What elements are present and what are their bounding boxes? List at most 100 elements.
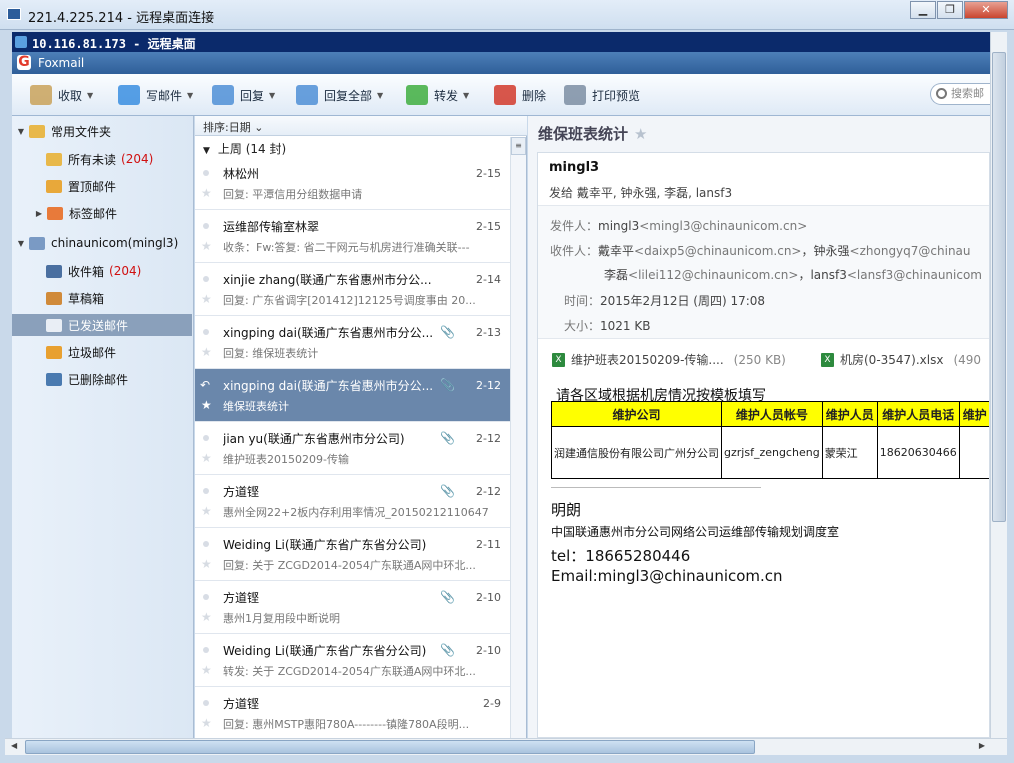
mail-date: 2-10 <box>476 591 501 604</box>
read-status-dot-icon[interactable] <box>203 541 209 547</box>
reply-all-icon <box>296 85 318 105</box>
star-icon[interactable]: ★ <box>201 186 212 200</box>
read-status-dot-icon[interactable] <box>203 594 209 600</box>
dropdown-arrow-icon[interactable]: ▼ <box>463 91 469 100</box>
attachment-1[interactable]: X 维护班表20150209-传输.... (250 KB) <box>552 351 786 368</box>
recipient-name[interactable]: 李磊 <box>604 268 628 282</box>
mail-from: 方道铿 <box>223 697 260 711</box>
star-icon[interactable]: ★ <box>201 557 212 571</box>
mail-list-item[interactable]: ★ jian yu(联通广东省惠州市分公司) 维护班表20150209-传输 2-12… <box>195 422 511 475</box>
recipient-name[interactable]: 戴幸平 <box>598 244 634 258</box>
scroll-left-icon[interactable]: ◀ <box>11 741 17 750</box>
table-cell: 润建通信股份有限公司广州分公司 <box>551 426 722 479</box>
folder-item[interactable]: ▼ chinaunicom(mingl3) <box>16 232 196 254</box>
mail-list-item[interactable]: ★ 方道铿 惠州全网22+2板内存利用率情况_20150212110647 2-12 📎 <box>195 475 511 528</box>
group-header[interactable]: ▼ 上周 (14 封) <box>195 137 511 157</box>
star-icon[interactable]: ★ <box>201 504 212 518</box>
attachment-name: 机房(0-3547).xlsx <box>840 353 944 367</box>
star-icon <box>46 179 62 193</box>
mail-date: 2-13 <box>476 326 501 339</box>
delete-x-icon <box>494 85 516 105</box>
feather-pen-icon <box>118 85 140 105</box>
toolbar-button-5[interactable]: 删除 <box>494 83 546 107</box>
expand-arrow-icon[interactable]: ▼ <box>16 127 26 136</box>
signature-name: 明朗 <box>551 501 582 519</box>
star-icon[interactable]: ★ <box>201 398 212 412</box>
time-label: 时间： <box>564 294 601 308</box>
read-status-dot-icon[interactable] <box>203 329 209 335</box>
scroll-thumb[interactable] <box>992 52 1006 522</box>
star-icon[interactable]: ★ <box>634 125 647 143</box>
folder-item[interactable]: ▶ 标签邮件 <box>34 202 214 224</box>
folder-item[interactable]: ▼ 常用文件夹 <box>16 120 196 142</box>
star-icon[interactable]: ★ <box>201 292 212 306</box>
mail-list-scrollbar[interactable]: ≡ <box>510 137 526 738</box>
scroll-up-button[interactable]: ≡ <box>511 137 526 155</box>
toolbar-button-label: 转发 <box>434 88 459 103</box>
excel-file-icon: X <box>821 352 834 367</box>
recipient-name[interactable]: lansf3 <box>810 268 846 282</box>
toolbar-button-3[interactable]: 回复全部 ▼ <box>296 83 383 107</box>
read-status-dot-icon[interactable] <box>203 700 209 706</box>
mail-list-item[interactable]: ★ 林松州 回复: 平潭信用分组数据申请 2-15 <box>195 157 511 210</box>
toolbar-button-4[interactable]: 转发 ▼ <box>406 83 469 107</box>
window-vertical-scrollbar[interactable] <box>990 32 1007 738</box>
toolbar-button-1[interactable]: 写邮件 ▼ <box>118 83 193 107</box>
attachment-clip-icon: 📎 <box>440 431 455 445</box>
close-button[interactable]: ✕ <box>964 1 1008 19</box>
group-label: 上周 (14 封) <box>217 142 287 156</box>
search-input[interactable]: 搜索邮 <box>930 83 990 105</box>
mail-list-item[interactable]: ★ xinjie zhang(联通广东省惠州市分公... 回复: 广东省调字[201… <box>195 263 511 316</box>
mail-list-pane: 排序:日期 ⌄ ▼ 上周 (14 封) ★ 林松州 回复: 平潭信用分组数据申请 2-1… <box>195 116 527 740</box>
read-status-dot-icon[interactable] <box>203 276 209 282</box>
mail-list-item[interactable]: ★ Weiding Li(联通广东省广东省分公司) 回复: 关于 ZCGD2014-… <box>195 528 511 581</box>
attachment-2[interactable]: X 机房(0-3547).xlsx (490 <box>821 351 981 368</box>
table-header-cell: 维护公司 <box>551 401 722 427</box>
toolbar-button-0[interactable]: 收取 ▼ <box>30 83 93 107</box>
table-header-cell: 维护人员电话 <box>876 401 960 427</box>
recipient-name[interactable]: 钟永强 <box>814 244 850 258</box>
mail-list-item[interactable]: ★ 方道铿 回复: 惠州MSTP惠阳780A--------镇隆780A段明... 2… <box>195 687 511 740</box>
mail-subject: 回复: 关于 ZCGD2014-2054广东联通A网中环北... <box>223 559 476 572</box>
minimize-button[interactable]: ▁ <box>910 1 936 19</box>
expand-arrow-icon[interactable]: ▼ <box>16 239 26 248</box>
mail-list-item[interactable]: ★ 方道铿 惠州1月复用段中断说明 2-10 📎 <box>195 581 511 634</box>
to-row-2: 李磊<lilei112@chinaunicom.cn>，lansf3<lansf… <box>604 266 982 283</box>
mail-list-item[interactable]: ↶ ★ xingping dai(联通广东省惠州市分公... 维保班表统计 2-12 📎 <box>195 369 511 422</box>
dropdown-arrow-icon[interactable]: ▼ <box>377 91 383 100</box>
dropdown-arrow-icon[interactable]: ▼ <box>187 91 193 100</box>
folder-item[interactable]: 已发送邮件 <box>12 314 192 336</box>
mail-subject: 维保班表统计 <box>223 400 289 413</box>
read-status-dot-icon[interactable] <box>203 488 209 494</box>
mail-list-item[interactable]: ★ 运维部传输室林翠 收条：Fw:答复: 省二干网元与机房进行准确关联--- 2-15 <box>195 210 511 263</box>
star-icon[interactable]: ★ <box>201 345 212 359</box>
star-icon[interactable]: ★ <box>201 451 212 465</box>
restore-button[interactable]: ❐ <box>937 1 963 19</box>
from-name[interactable]: mingl3 <box>598 219 639 233</box>
foxmail-logo-icon: G <box>17 54 31 70</box>
folder-label: 标签邮件 <box>69 206 118 221</box>
star-icon[interactable]: ★ <box>201 239 212 253</box>
mail-list-item[interactable]: ★ Weiding Li(联通广东省广东省分公司) 转发: 关于 ZCGD2014-… <box>195 634 511 687</box>
toolbar-button-2[interactable]: 回复 ▼ <box>212 83 275 107</box>
read-status-dot-icon[interactable] <box>203 647 209 653</box>
outer-window-titlebar: 221.4.225.214 - 远程桌面连接 ▁ ❐ ✕ <box>0 0 1014 30</box>
star-icon[interactable]: ★ <box>201 663 212 677</box>
table-header-cell: 维护 <box>958 401 989 427</box>
sender-name[interactable]: mingl3 <box>549 160 599 175</box>
star-icon[interactable]: ★ <box>201 716 212 730</box>
toolbar-button-6[interactable]: 打印预览 <box>564 83 640 107</box>
read-status-dot-icon[interactable] <box>203 223 209 229</box>
dropdown-arrow-icon[interactable]: ▼ <box>269 91 275 100</box>
scroll-right-icon[interactable]: ▶ <box>979 741 985 750</box>
signature-email[interactable]: Email:mingl3@chinaunicom.cn <box>551 567 783 585</box>
mail-list-item[interactable]: ★ xingping dai(联通广东省惠州市分公... 回复: 维保班表统计 2-1… <box>195 316 511 369</box>
read-status-dot-icon[interactable] <box>203 435 209 441</box>
scroll-thumb[interactable] <box>25 740 755 754</box>
dropdown-arrow-icon[interactable]: ▼ <box>87 91 93 100</box>
read-status-dot-icon[interactable] <box>203 170 209 176</box>
expand-arrow-icon[interactable]: ▶ <box>34 209 44 218</box>
sort-dropdown[interactable]: 排序:日期 ⌄ <box>195 116 527 136</box>
window-horizontal-scrollbar[interactable]: ◀ ▶ <box>5 738 1007 755</box>
star-icon[interactable]: ★ <box>201 610 212 624</box>
